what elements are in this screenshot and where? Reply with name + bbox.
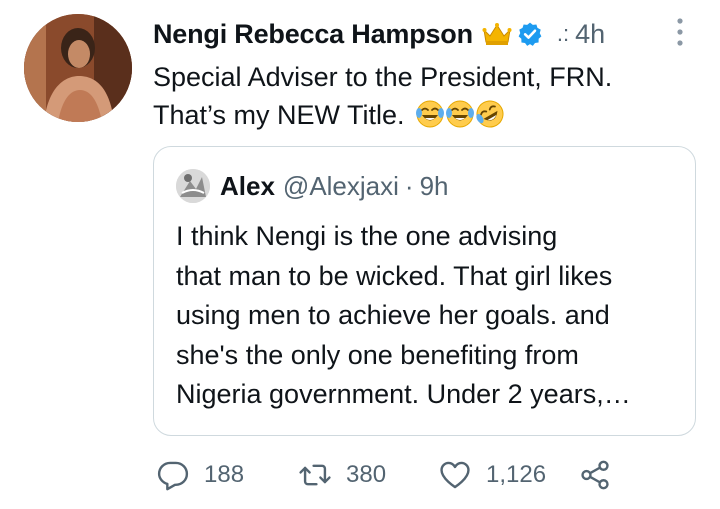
quoted-separator: ·	[404, 170, 414, 201]
tweet-line-2-text: That’s my NEW Title.	[153, 100, 405, 130]
quoted-line-5: Nigeria government. Under 2 years,…	[176, 379, 631, 409]
quoted-line-2: that man to be wicked. That girl likes	[176, 260, 613, 291]
like-count: 1,126	[486, 461, 547, 488]
quoted-line-4: she's the only one benefiting from	[176, 339, 579, 370]
tears-of-joy-emoji-icon	[445, 99, 475, 129]
retweet-count: 380	[346, 461, 387, 488]
quoted-tweet-header: Alex @Alexjaxi · 9h	[176, 169, 449, 203]
name-separator: .:	[556, 21, 570, 46]
tweet-text: Special Adviser to the President, FRN. T…	[153, 58, 713, 134]
retweet-icon	[298, 458, 332, 492]
heart-icon	[438, 458, 472, 492]
tweet-line-1: Special Adviser to the President, FRN.	[153, 62, 613, 92]
tweet-line-2: That’s my NEW Title.	[153, 96, 713, 134]
quoted-timestamp[interactable]: 9h	[420, 171, 449, 202]
tweet-header: Nengi Rebecca Hampson .: 4h	[153, 16, 605, 52]
share-icon	[578, 458, 612, 492]
quoted-tweet-card[interactable]: Alex @Alexjaxi · 9h I think Nengi is the…	[153, 146, 696, 436]
quoted-line-3: using men to achieve her goals. and	[176, 300, 610, 330]
quoted-author-name[interactable]: Alex	[220, 171, 275, 202]
share-button[interactable]	[578, 455, 612, 495]
tweet-timestamp[interactable]: 4h	[575, 19, 605, 50]
quoted-tweet-text: I think Nengi is the one advising that m…	[176, 217, 681, 415]
author-name[interactable]: Nengi Rebecca Hampson	[153, 19, 473, 50]
reply-icon	[156, 458, 190, 492]
verified-badge-icon	[517, 21, 543, 47]
author-avatar[interactable]	[24, 14, 132, 122]
quoted-author-avatar[interactable]	[176, 169, 210, 203]
quoted-line-1: I think Nengi is the one advising	[176, 221, 558, 251]
more-options-icon[interactable]	[673, 14, 687, 50]
tears-of-joy-emoji-icon	[415, 99, 445, 129]
avatar-photo	[24, 14, 132, 122]
emoji-group	[415, 99, 505, 129]
reply-button[interactable]: 188	[156, 455, 244, 495]
crown-icon	[482, 22, 512, 46]
retweet-button[interactable]: 380	[298, 455, 386, 495]
rolling-on-floor-laughing-emoji-icon	[475, 99, 505, 129]
tweet-action-bar: 188 380 1,126	[153, 455, 623, 495]
like-button[interactable]: 1,126	[438, 455, 546, 495]
quoted-author-handle[interactable]: @Alexjaxi	[283, 171, 399, 202]
reply-count: 188	[204, 461, 245, 488]
